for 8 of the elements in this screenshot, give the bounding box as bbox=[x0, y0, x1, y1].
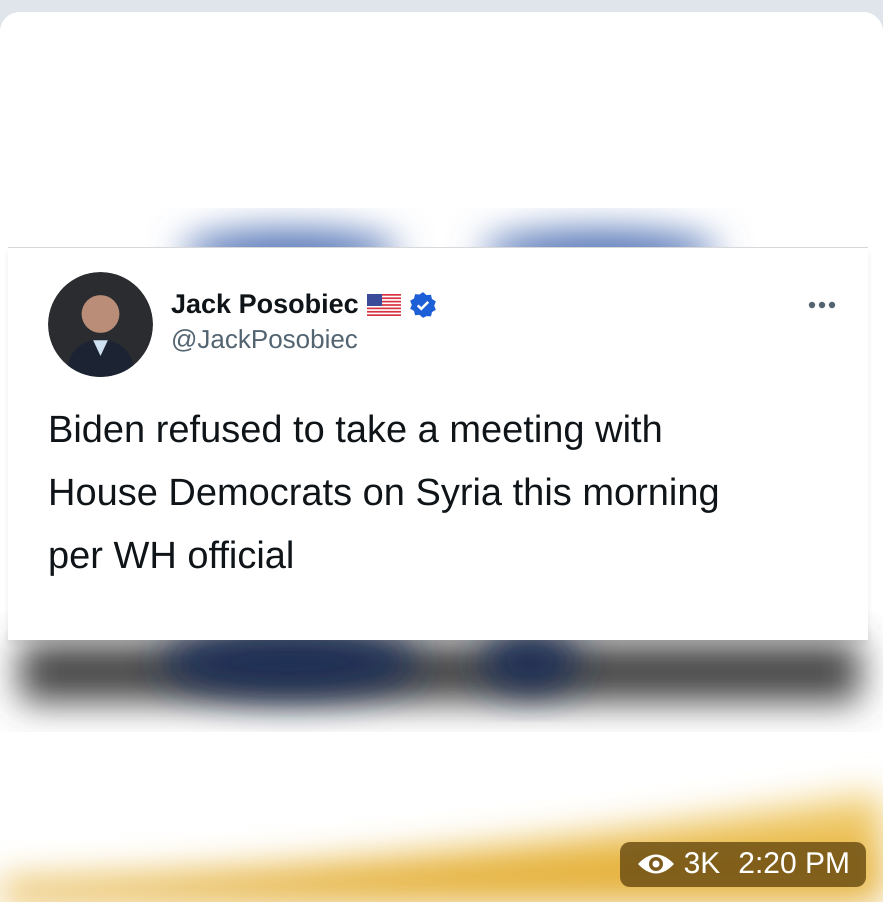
message-time: 2:20 PM bbox=[738, 847, 850, 881]
author-handle: @JackPosobiec bbox=[171, 324, 358, 355]
view-count: 3K bbox=[684, 847, 720, 881]
flag-icon bbox=[366, 294, 401, 316]
avatar-icon bbox=[48, 272, 153, 377]
author-name: Jack Posobiec bbox=[171, 289, 359, 320]
more-icon[interactable] bbox=[808, 301, 836, 309]
tweet-text: Biden refused to take a meeting with House Democrats on Syria this morning per WH official bbox=[48, 408, 721, 579]
